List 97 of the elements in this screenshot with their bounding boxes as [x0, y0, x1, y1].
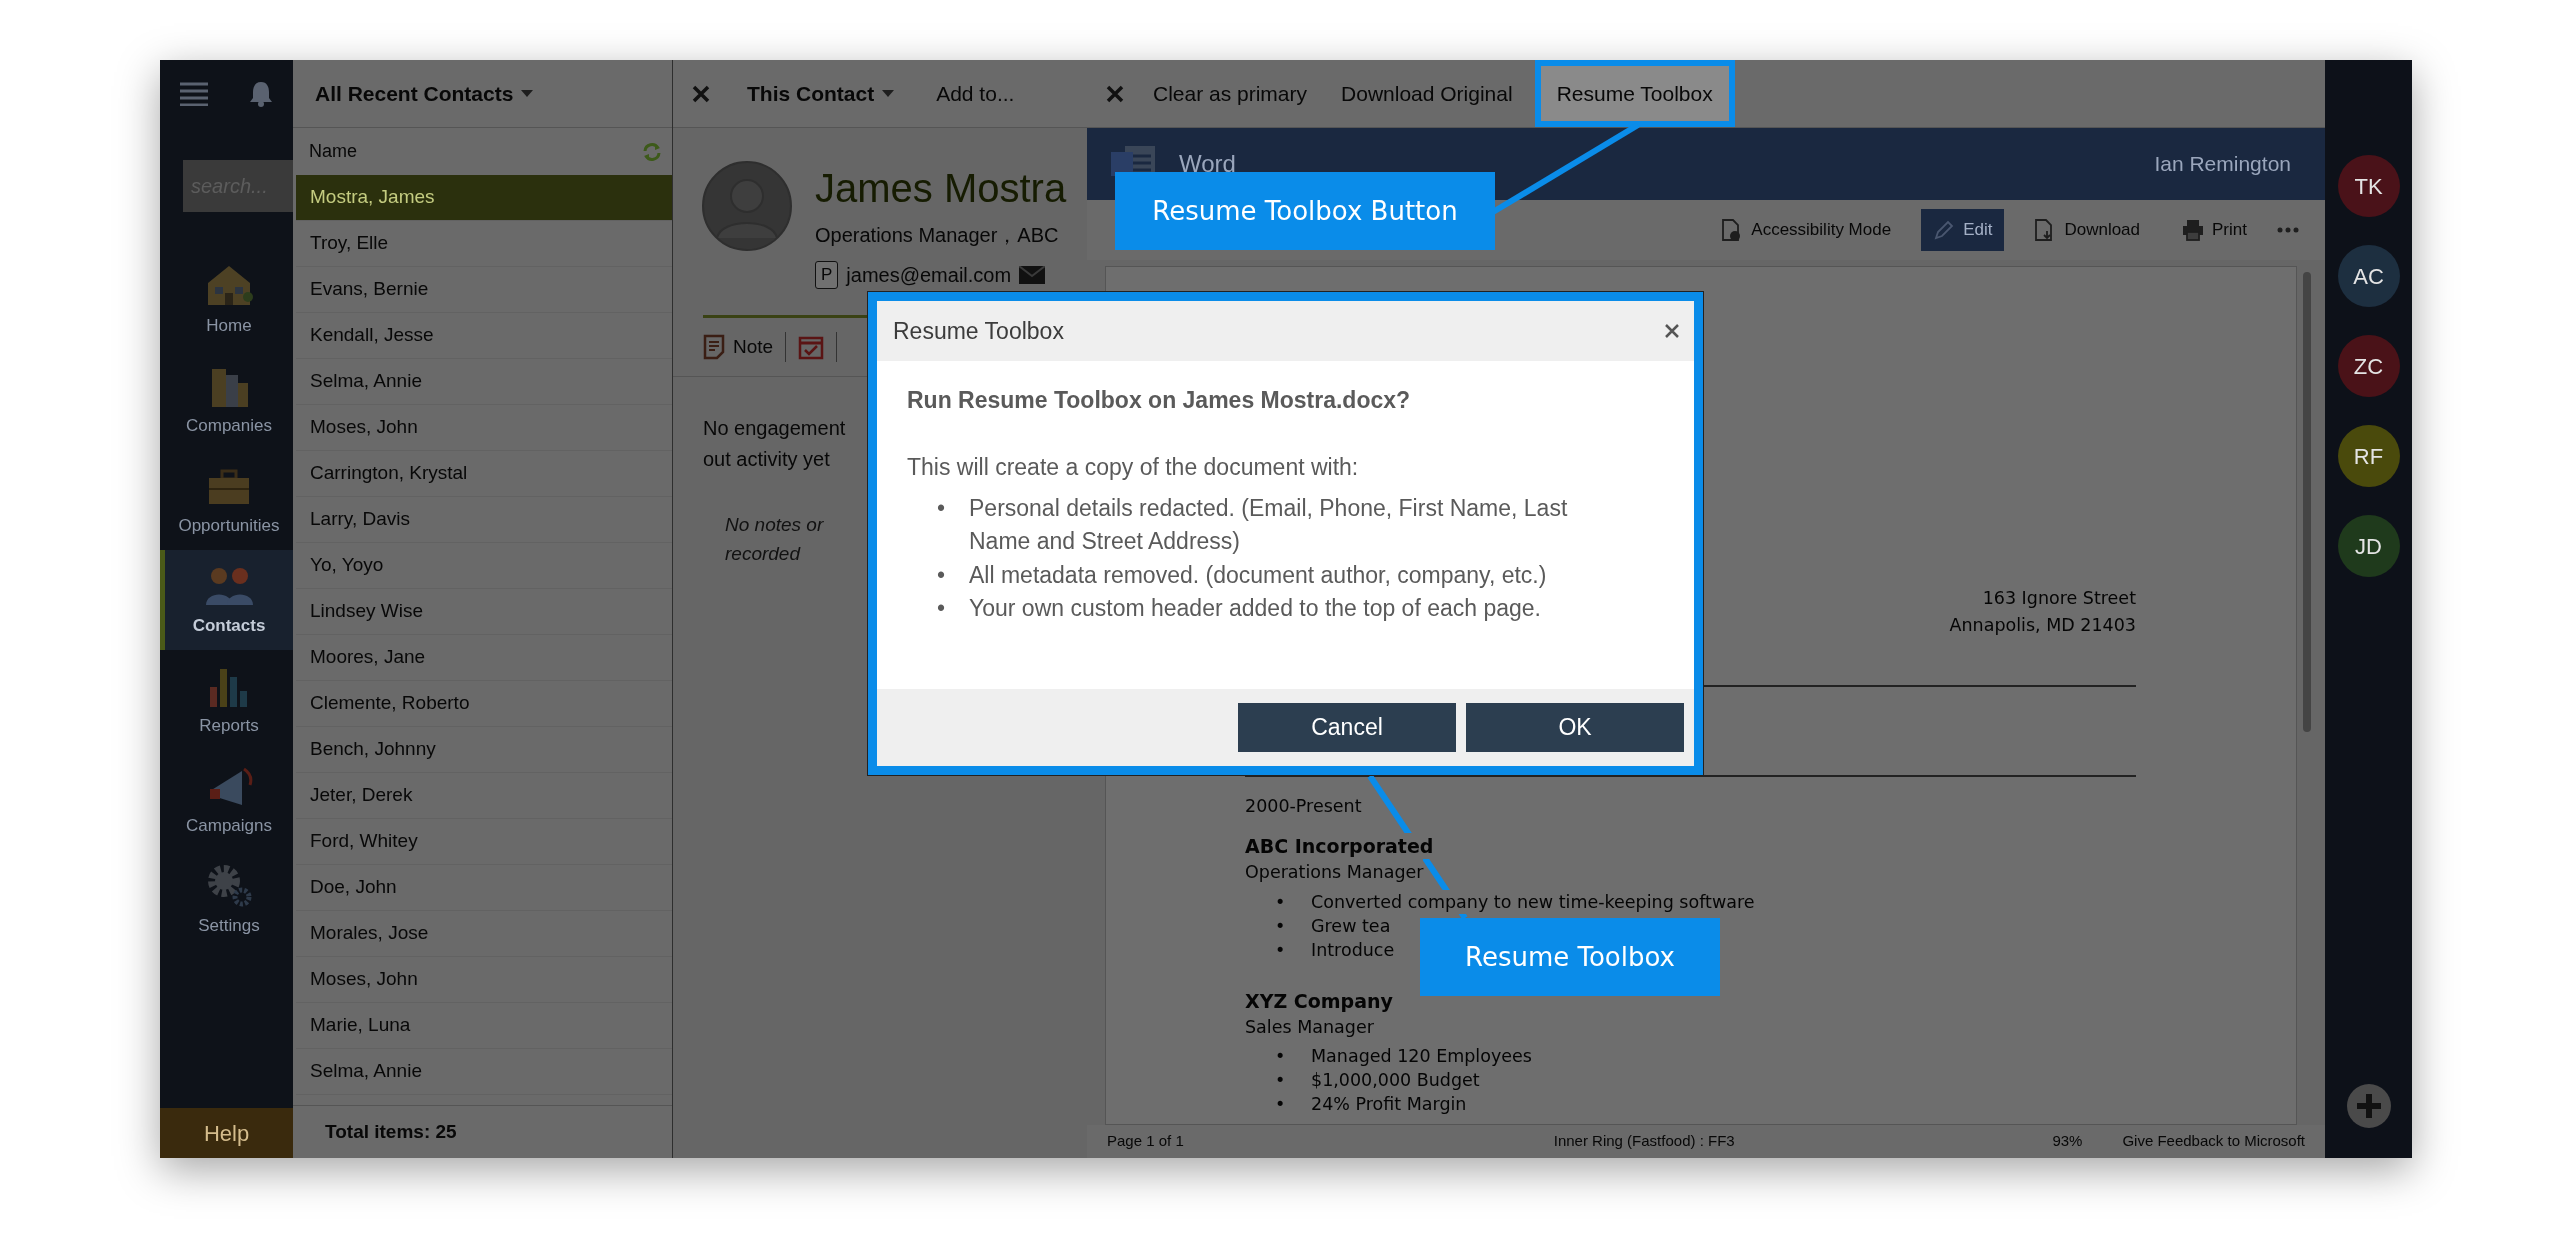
nav-item[interactable]: Contacts — [160, 550, 293, 650]
zoom-level: 93% — [2052, 1131, 2083, 1152]
callout-label: Resume Toolbox Button — [1115, 172, 1495, 250]
user-name: Ian Remington — [2154, 151, 2291, 178]
contact-row[interactable]: Troy, Elle — [296, 221, 672, 267]
contact-row[interactable]: Moores, Jane — [296, 635, 672, 681]
contact-row[interactable]: Jeter, Derek — [296, 773, 672, 819]
empty-notes-text: No notes or — [725, 513, 824, 537]
close-icon[interactable] — [1105, 83, 1125, 104]
toolbar-button[interactable]: Accessibility Mode — [1709, 209, 1904, 251]
help-button[interactable]: Help — [160, 1108, 293, 1158]
toolbar-button[interactable]: Download Original — [1335, 73, 1519, 114]
avatar[interactable]: JD — [2337, 515, 2400, 577]
bullet-text: All metadata removed. (document author, company, etc.) — [969, 560, 1547, 590]
bullet-point: • — [1275, 1068, 1287, 1092]
contact-email[interactable]: james@email.com — [846, 260, 1012, 290]
nav-item[interactable]: Home — [160, 250, 293, 350]
contact-row[interactable]: Bench, Johnny — [296, 727, 672, 773]
nav-item[interactable]: Reports — [160, 650, 293, 750]
bullet-point: • — [937, 494, 947, 523]
nav-item[interactable]: Campaigns — [160, 750, 293, 850]
avatar[interactable]: TK — [2337, 155, 2400, 217]
note-tab[interactable]: Note — [703, 332, 774, 362]
column-header[interactable]: Name — [309, 138, 357, 165]
avatar[interactable]: RF — [2337, 425, 2400, 487]
email-type-badge: P — [815, 261, 839, 289]
add-to-button[interactable]: Add to... — [930, 73, 1021, 114]
nav-item[interactable]: Opportunities — [160, 450, 293, 550]
company-name: ABC Incorporated — [1245, 833, 1434, 860]
bullet-point: • — [1275, 938, 1287, 962]
note-icon — [703, 334, 725, 360]
contact-row[interactable]: Selma, Annie — [296, 1049, 672, 1095]
contact-name: James Mostra — [815, 166, 1067, 210]
dialog-button[interactable]: OK — [1466, 703, 1684, 752]
bullet-point: • — [1275, 1044, 1287, 1068]
address-line: Annapolis, MD 21403 — [1949, 614, 2136, 637]
ring-info: Inner Ring (Fastfood) : FF3 — [1553, 1131, 1735, 1152]
engagement-text: No engagement — [703, 416, 846, 441]
dialog-button[interactable]: Cancel — [1238, 703, 1456, 752]
contact-row[interactable]: Lindsey Wise — [296, 589, 672, 635]
scope-dropdown[interactable]: This Contact — [741, 73, 901, 114]
add-icon[interactable] — [2346, 1084, 2391, 1128]
bullet-point: • — [937, 560, 947, 590]
contact-row[interactable]: Ford, Whitey — [296, 819, 672, 865]
bullet-point: • — [1275, 914, 1287, 938]
caret-icon — [521, 90, 534, 97]
bell-icon[interactable] — [248, 81, 273, 107]
feedback-link[interactable]: Give Feedback to Microsoft — [2122, 1130, 2305, 1153]
avatar[interactable]: ZC — [2337, 335, 2400, 397]
contact-row[interactable]: Larry, Davis — [296, 497, 672, 543]
dialog-question: Run Resume Toolbox on James Mostra.docx? — [907, 386, 1412, 415]
total-count: Total items: 25 — [293, 1105, 672, 1158]
nav-item[interactable]: Companies — [160, 350, 293, 450]
contact-row[interactable]: Doe, John — [296, 865, 672, 911]
bullet-text: Your own custom header added to the top of each page. — [969, 594, 1541, 624]
caret-icon — [882, 90, 895, 97]
toolbar-button[interactable]: Download — [2022, 209, 2153, 251]
contact-row[interactable]: Carrington, Krystal — [296, 451, 672, 497]
bullet-point: • — [1275, 1092, 1287, 1116]
toolbar-button[interactable]: Print — [2170, 209, 2259, 251]
dialog-title: Resume Toolbox — [893, 316, 1064, 346]
printer-icon — [2182, 219, 2205, 241]
contact-row[interactable]: Moses, John — [296, 957, 672, 1003]
avatar-placeholder-icon — [701, 160, 793, 252]
nav-item[interactable]: Settings — [160, 850, 293, 950]
toolbar-button[interactable]: Edit — [1921, 209, 2005, 251]
calendar-check-icon[interactable] — [798, 334, 825, 360]
contact-row[interactable]: Kendall, Jesse — [296, 313, 672, 359]
contact-row[interactable]: Clemente, Roberto — [296, 681, 672, 727]
close-icon[interactable] — [691, 83, 711, 104]
avatar[interactable]: AC — [2337, 245, 2400, 307]
page-count: Page 1 of 1 — [1107, 1131, 1184, 1152]
bullet-text: Converted company to new time-keeping software — [1311, 889, 1755, 914]
contact-row[interactable]: Marie, Luna — [296, 1003, 672, 1049]
contact-row[interactable]: Moses, John — [296, 405, 672, 451]
bullet-text: Personal details redacted. (Email, Phone, First Name, Last Name and Street Address) — [969, 494, 1569, 557]
callout-label: Resume Toolbox — [1420, 918, 1720, 996]
more-icon[interactable] — [2277, 227, 2299, 233]
empty-notes-text: recorded — [725, 541, 800, 566]
contact-row[interactable]: Morales, Jose — [296, 911, 672, 957]
list-filter-dropdown[interactable]: All Recent Contacts — [309, 73, 540, 114]
menu-icon[interactable] — [180, 82, 209, 106]
pencil-icon — [1933, 219, 1956, 241]
scrollbar[interactable] — [2303, 272, 2311, 732]
envelope-icon[interactable] — [1019, 266, 1046, 284]
toolbar-button[interactable]: Clear as primary — [1147, 73, 1314, 114]
engagement-text: out activity yet — [703, 447, 830, 472]
contact-title: Operations Manager，ABC — [815, 223, 1060, 248]
contact-row[interactable]: Evans, Bernie — [296, 267, 672, 313]
contact-row[interactable]: Mostra, James — [296, 175, 672, 221]
dialog-text: This will create a copy of the document with: — [907, 452, 1360, 482]
address-line: 163 Ignore Street — [1982, 587, 2136, 610]
contact-row[interactable]: Yo, Yoyo — [296, 543, 672, 589]
bullet-point: • — [1275, 890, 1287, 914]
bullet-point: • — [937, 594, 947, 624]
contact-row[interactable]: Selma, Annie — [296, 359, 672, 405]
close-icon[interactable] — [1664, 323, 1680, 339]
